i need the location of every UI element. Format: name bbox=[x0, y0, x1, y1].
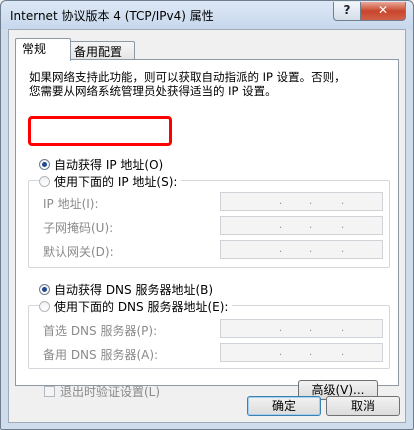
subnet-mask-label: 子网掩码(U): bbox=[43, 221, 114, 235]
description-text: 如果网络支持此功能，则可以获取自动指派的 IP 设置。否则， 您需要从网络系统管… bbox=[29, 70, 389, 98]
radio-unselected-icon bbox=[39, 176, 50, 187]
preferred-dns-label: 首选 DNS 服务器(P): bbox=[43, 324, 158, 338]
ok-button[interactable]: 确定 bbox=[247, 396, 321, 416]
title-bar[interactable]: Internet 协议版本 4 (TCP/IPv4) 属性 ? ✕ bbox=[1, 1, 413, 29]
radio-auto-dns-label: 自动获得 DNS 服务器地址(B) bbox=[54, 283, 214, 297]
radio-manual-dns[interactable]: 使用下面的 DNS 服务器地址(E): bbox=[39, 298, 233, 315]
alternate-dns-label: 备用 DNS 服务器(A): bbox=[43, 348, 159, 362]
subnet-mask-input[interactable]: ... bbox=[220, 216, 383, 235]
description-line-1: 如果网络支持此功能，则可以获取自动指派的 IP 设置。否则， bbox=[29, 70, 346, 84]
ip-address-input[interactable]: ... bbox=[220, 192, 383, 211]
validate-on-exit-checkbox[interactable]: 退出时验证设置(L) bbox=[44, 383, 160, 400]
default-gateway-label: 默认网关(D): bbox=[43, 245, 114, 259]
description-line-2: 您需要从网络系统管理员处获得适当的 IP 设置。 bbox=[29, 84, 277, 98]
cancel-button[interactable]: 取消 bbox=[326, 396, 400, 416]
red-highlight-box bbox=[28, 116, 172, 146]
tab-general[interactable]: 常规 bbox=[15, 38, 71, 61]
radio-manual-ip-label: 使用下面的 IP 地址(S): bbox=[54, 175, 178, 189]
radio-unselected-icon bbox=[39, 301, 50, 312]
radio-manual-dns-label: 使用下面的 DNS 服务器地址(E): bbox=[54, 300, 229, 314]
radio-auto-dns[interactable]: 自动获得 DNS 服务器地址(B) bbox=[39, 281, 213, 298]
radio-auto-ip[interactable]: 自动获得 IP 地址(O) bbox=[39, 156, 163, 173]
help-button[interactable]: ? bbox=[333, 2, 361, 21]
dialog-window: Internet 协议版本 4 (TCP/IPv4) 属性 ? ✕ 常规 备用配… bbox=[0, 0, 414, 430]
checkbox-icon bbox=[44, 386, 55, 397]
dialog-client: 常规 备用配置 如果网络支持此功能，则可以获取自动指派的 IP 设置。否则， 您… bbox=[8, 29, 406, 423]
radio-selected-icon bbox=[39, 159, 50, 170]
preferred-dns-input[interactable]: ... bbox=[220, 319, 383, 338]
radio-selected-icon bbox=[39, 284, 50, 295]
ip-address-label: IP 地址(I): bbox=[43, 197, 99, 211]
close-button[interactable]: ✕ bbox=[360, 2, 406, 21]
radio-manual-ip[interactable]: 使用下面的 IP 地址(S): bbox=[39, 173, 182, 190]
validate-on-exit-label: 退出时验证设置(L) bbox=[60, 385, 161, 399]
default-gateway-input[interactable]: ... bbox=[220, 240, 383, 259]
general-panel: 如果网络支持此功能，则可以获取自动指派的 IP 设置。否则， 您需要从网络系统管… bbox=[15, 59, 399, 400]
alternate-dns-input[interactable]: ... bbox=[220, 343, 383, 362]
radio-auto-ip-label: 自动获得 IP 地址(O) bbox=[54, 158, 164, 172]
window-title: Internet 协议版本 4 (TCP/IPv4) 属性 bbox=[10, 9, 214, 23]
